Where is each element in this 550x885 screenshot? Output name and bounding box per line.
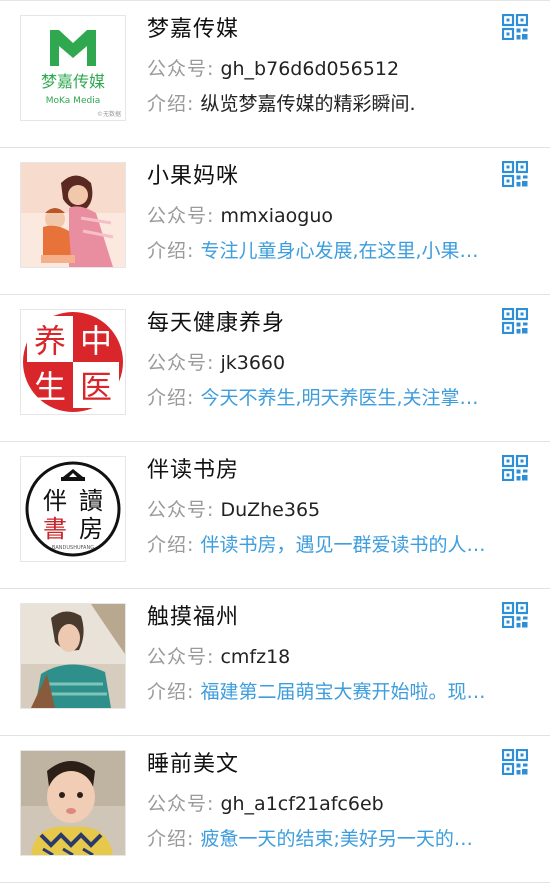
seal-char: 医 (80, 368, 112, 406)
avatar-sub: BANDUSHUFANG (52, 545, 94, 551)
account-row-shuiqian[interactable]: 睡前美文 公众号: gh_a1cf21afc6eb 介绍: 疲惫一天的结束;美好… (0, 736, 550, 883)
qr-code-icon[interactable] (502, 161, 528, 187)
account-row-fuzhou[interactable]: 触摸福州 公众号: cmfz18 介绍: 福建第二届萌宝大赛开始啦。现… (0, 589, 550, 736)
qr-code-icon[interactable] (502, 455, 528, 481)
account-intro-value: 专注儿童身心发展,在这里,小果… (200, 240, 479, 262)
account-intro-row: 介绍: 福建第二届萌宝大赛开始啦。现… (147, 677, 517, 704)
avatar-mengjia: 梦嘉传媒 MoKa Media ©无数据 (20, 15, 126, 121)
account-intro-label: 介绍: (147, 828, 195, 850)
avatar-char: 伴 (43, 487, 67, 515)
avatar-char: 讀 (79, 487, 103, 515)
account-id-label: 公众号: (147, 646, 215, 668)
avatar-char: 房 (79, 515, 103, 543)
account-id-label: 公众号: (147, 205, 215, 227)
account-intro-label: 介绍: (147, 681, 195, 703)
seal-char: 生 (34, 368, 66, 406)
account-name: 小果妈咪 (147, 164, 240, 189)
account-name: 睡前美文 (147, 752, 240, 777)
account-intro-row: 介绍: 疲惫一天的结束;美好另一天的… (147, 824, 517, 851)
account-name: 伴读书房 (147, 458, 240, 483)
avatar-jiankang: 养 中 生 医 (20, 309, 126, 415)
avatar-shuiqian (20, 750, 126, 856)
account-row-mengjia[interactable]: 梦嘉传媒 MoKa Media ©无数据 梦嘉传媒 公众号: gh_b76d6d… (0, 1, 550, 148)
avatar-fuzhou (20, 603, 126, 709)
account-id-label: 公众号: (147, 58, 215, 80)
avatar-bandu: 伴 讀 書 房 BANDUSHUFANG (20, 456, 126, 562)
account-name: 梦嘉传媒 (147, 17, 240, 42)
qr-code-icon[interactable] (502, 602, 528, 628)
avatar-watermark: ©无数据 (97, 110, 121, 118)
avatar-xiaoguo (20, 162, 126, 268)
account-id-value: gh_b76d6d056512 (220, 58, 400, 80)
account-id-label: 公众号: (147, 499, 215, 521)
account-list: 梦嘉传媒 MoKa Media ©无数据 梦嘉传媒 公众号: gh_b76d6d… (0, 0, 550, 885)
account-id-row: 公众号: gh_b76d6d056512 (147, 54, 517, 81)
avatar-logo-text: 梦嘉传媒 (41, 72, 105, 91)
account-intro-value: 伴读书房，遇见一群爱读书的人… (200, 534, 486, 556)
account-id-row: 公众号: jk3660 (147, 348, 517, 375)
account-intro-value: 疲惫一天的结束;美好另一天的… (200, 828, 473, 850)
avatar-logo-sub: MoKa Media (46, 96, 100, 106)
account-intro-value: 今天不养生,明天养医生,关注掌… (200, 387, 479, 409)
account-name: 触摸福州 (147, 605, 240, 630)
account-row-bandu[interactable]: 伴 讀 書 房 BANDUSHUFANG 伴读书房 公众号: DuZhe365 … (0, 442, 550, 589)
account-intro-row: 介绍: 专注儿童身心发展,在这里,小果… (147, 236, 517, 263)
avatar-char: 書 (43, 515, 67, 543)
account-id-value: mmxiaoguo (220, 205, 333, 227)
seal-char: 中 (80, 322, 112, 360)
account-id-value: DuZhe365 (220, 499, 321, 521)
account-intro-label: 介绍: (147, 240, 195, 262)
account-intro-value: 福建第二届萌宝大赛开始啦。现… (200, 681, 486, 703)
account-id-row: 公众号: gh_a1cf21afc6eb (147, 789, 517, 816)
seal-char: 养 (34, 322, 66, 360)
account-row-jiankang[interactable]: 养 中 生 医 每天健康养身 公众号: jk3660 介绍: 今天不养生,明天养… (0, 295, 550, 442)
account-intro-row: 介绍: 纵览梦嘉传媒的精彩瞬间. (147, 89, 517, 116)
account-intro-label: 介绍: (147, 387, 195, 409)
qr-code-icon[interactable] (502, 749, 528, 775)
account-id-label: 公众号: (147, 352, 215, 374)
qr-code-icon[interactable] (502, 308, 528, 334)
account-id-row: 公众号: mmxiaoguo (147, 201, 517, 228)
account-id-label: 公众号: (147, 793, 215, 815)
account-intro-row: 介绍: 伴读书房，遇见一群爱读书的人… (147, 530, 517, 557)
account-id-row: 公众号: cmfz18 (147, 642, 517, 669)
account-name: 每天健康养身 (147, 311, 286, 336)
account-intro-row: 介绍: 今天不养生,明天养医生,关注掌… (147, 383, 517, 410)
account-id-row: 公众号: DuZhe365 (147, 495, 517, 522)
account-id-value: cmfz18 (220, 646, 291, 668)
account-id-value: jk3660 (220, 352, 286, 374)
account-intro-value: 纵览梦嘉传媒的精彩瞬间. (200, 93, 416, 115)
qr-code-icon[interactable] (502, 14, 528, 40)
account-row-xiaoguo[interactable]: 小果妈咪 公众号: mmxiaoguo 介绍: 专注儿童身心发展,在这里,小果… (0, 148, 550, 295)
account-intro-label: 介绍: (147, 93, 195, 115)
account-intro-label: 介绍: (147, 534, 195, 556)
account-id-value: gh_a1cf21afc6eb (220, 793, 384, 815)
